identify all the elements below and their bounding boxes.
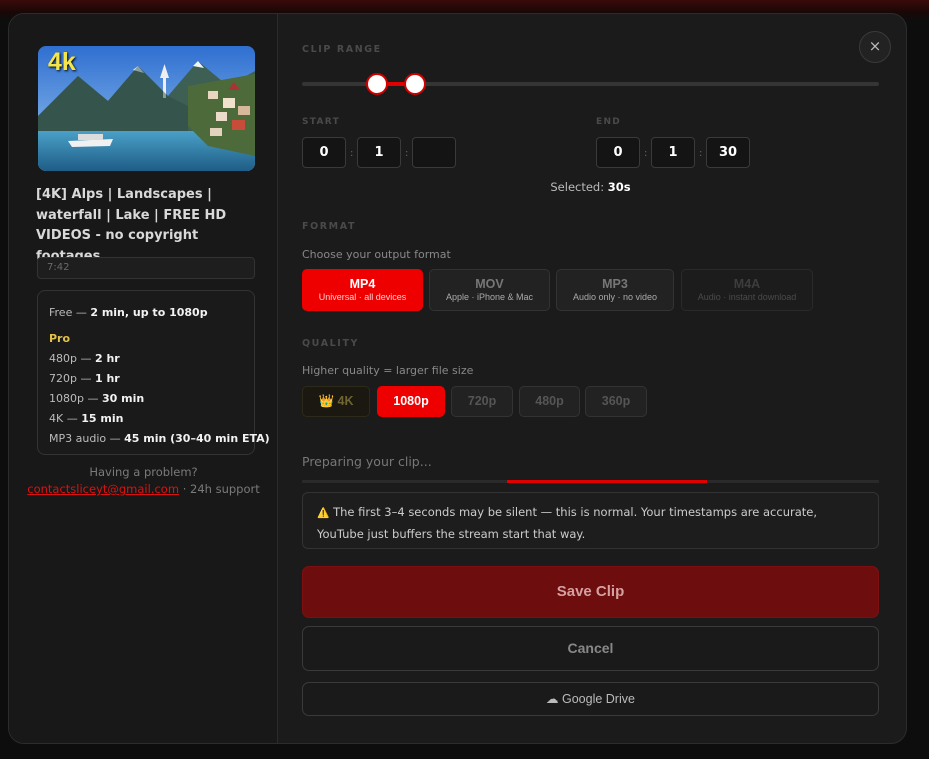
tier-value: 45 min (30–40 min ETA) — [124, 432, 270, 445]
free-tier-value: 2 min, up to 1080p — [90, 306, 208, 319]
time-separator: : — [350, 148, 354, 159]
format-m4a-button[interactable]: M4A Audio · instant download — [681, 269, 813, 311]
format-desc: Audio only · no video — [572, 292, 658, 302]
pro-tier-row: 4K — 15 min — [49, 409, 243, 429]
clip-range-slider[interactable] — [302, 73, 879, 95]
time-separator: : — [644, 148, 648, 159]
quality-720p-button[interactable]: 720p — [451, 386, 513, 417]
end-hours-input[interactable]: 0 — [596, 137, 640, 168]
plan-limits-box: Free — 2 min, up to 1080p Pro 480p — 2 h… — [37, 290, 270, 455]
video-duration: 7:42 — [37, 257, 255, 279]
cancel-button[interactable]: Cancel — [302, 626, 879, 671]
format-mp3-button[interactable]: MP3 Audio only · no video — [556, 269, 674, 311]
clip-range-label: CLIP RANGE — [302, 44, 382, 55]
support-email-link[interactable]: contactsliceyt@gmail.com — [27, 482, 179, 496]
quality-1080p-button[interactable]: 1080p — [377, 386, 445, 417]
end-minutes-input[interactable]: 1 — [651, 137, 695, 168]
tier-label: 1080p — — [49, 392, 102, 405]
tier-value: 15 min — [81, 412, 124, 425]
tier-label: 480p — — [49, 352, 95, 365]
selected-value: 30s — [607, 180, 631, 194]
format-name: MP4 — [349, 277, 376, 291]
support-contact-line: contactsliceyt@gmail.com · 24h support — [9, 481, 278, 498]
progress-indicator — [507, 480, 707, 483]
support-question: Having a problem? — [89, 465, 198, 479]
notice-text: The first 3–4 seconds may be silent — th… — [317, 505, 818, 541]
end-seconds-input[interactable]: 30 — [706, 137, 750, 168]
support-hours: · 24h support — [179, 482, 260, 496]
quality-4k-button[interactable]: 👑 4K — [302, 386, 370, 417]
quality-label: QUALITY — [302, 338, 359, 349]
time-separator: : — [699, 148, 703, 159]
tier-label: MP3 audio — — [49, 432, 125, 445]
format-name: M4A — [733, 277, 761, 291]
end-label: END — [596, 117, 622, 127]
silence-notice: ⚠️ The first 3–4 seconds may be silent —… — [302, 492, 879, 549]
support-info: Having a problem? contactsliceyt@gmail.c… — [9, 464, 278, 498]
format-desc: Audio · instant download — [697, 292, 797, 302]
selected-label: Selected: — [550, 180, 608, 194]
tier-value: 30 min — [101, 392, 145, 405]
tier-value: 1 hr — [94, 372, 120, 385]
close-button[interactable]: × — [859, 31, 891, 63]
selected-duration: Selected: 30s — [302, 180, 879, 194]
range-start-handle[interactable] — [366, 73, 388, 95]
pro-tier-row: 1080p — 30 min — [49, 389, 243, 409]
format-label: FORMAT — [302, 221, 357, 232]
free-tier-label: Free — — [49, 306, 91, 319]
format-desc: Apple · iPhone & Mac — [445, 292, 534, 302]
tier-label: 720p — — [49, 372, 95, 385]
video-thumbnail: 4k — [38, 46, 255, 171]
save-clip-button[interactable]: Save Clip — [302, 566, 879, 618]
start-label: START — [302, 117, 341, 127]
time-separator: : — [405, 148, 409, 159]
start-minutes-input[interactable]: 1 — [357, 137, 401, 168]
range-end-handle[interactable] — [403, 73, 426, 95]
warning-icon: ⚠️ — [317, 508, 330, 519]
quality-hint: Higher quality = larger file size — [302, 364, 474, 377]
format-name: MOV — [475, 277, 504, 291]
quality-360p-button[interactable]: 360p — [585, 386, 647, 417]
format-mp4-button[interactable]: MP4 Universal · all devices — [302, 269, 423, 311]
pro-tier-row: 480p — 2 hr — [49, 349, 243, 369]
tier-value: 2 hr — [94, 352, 120, 365]
format-hint: Choose your output format — [302, 248, 451, 261]
format-name: MP3 — [602, 277, 628, 291]
progress-label: Preparing your clip... — [302, 454, 432, 469]
quality-480p-button[interactable]: 480p — [519, 386, 580, 417]
clip-modal: 4k [4K] Alps | Landscapes | waterfall | … — [8, 13, 907, 744]
progress-bar — [302, 480, 879, 483]
start-seconds-input[interactable] — [412, 137, 456, 168]
pro-tier-heading: Pro — [49, 332, 71, 345]
format-mov-button[interactable]: MOV Apple · iPhone & Mac — [429, 269, 550, 311]
video-info-panel: 4k [4K] Alps | Landscapes | waterfall | … — [9, 14, 278, 743]
video-title: [4K] Alps | Landscapes | waterfall | Lak… — [36, 187, 227, 264]
tier-label: 4K — — [49, 412, 82, 425]
start-hours-input[interactable]: 0 — [302, 137, 346, 168]
pro-tier-row: 720p — 1 hr — [49, 369, 243, 389]
free-tier-row: Free — 2 min, up to 1080p — [49, 303, 243, 323]
thumbnail-4k-badge: 4k — [48, 48, 76, 76]
format-desc: Universal · all devices — [318, 292, 407, 302]
google-drive-button[interactable]: ☁ Google Drive — [302, 682, 879, 716]
pro-tier-row: MP3 audio — 45 min (30–40 min ETA) — [49, 429, 270, 449]
